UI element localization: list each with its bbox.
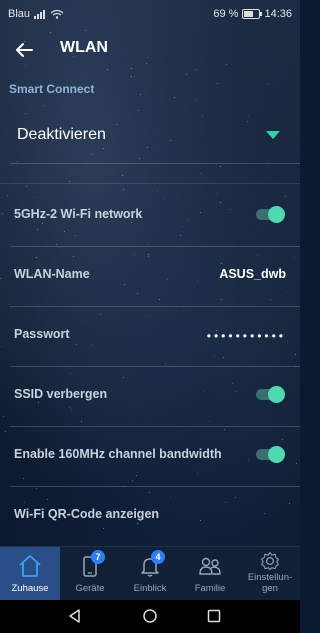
tab-geraete[interactable]: 7 Geräte [60, 547, 120, 601]
dropdown-caret-icon [266, 131, 280, 139]
app-header: WLAN [0, 28, 300, 72]
row-password[interactable]: Passwort ••••••••••• [0, 307, 300, 366]
password-value: ••••••••••• [206, 329, 286, 343]
toggle-hide-ssid[interactable] [256, 386, 285, 403]
row-hide-ssid: SSID verbergen [0, 367, 300, 426]
tab-zuhause[interactable]: Zuhause [0, 547, 60, 601]
row-label: Enable 160MHz channel bandwidth [14, 447, 222, 461]
home-icon [19, 555, 41, 577]
gear-icon [261, 552, 279, 570]
tab-label-line2: gen [262, 583, 278, 594]
smart-connect-dropdown[interactable]: Deaktivieren [0, 114, 300, 162]
battery-percent: 69 % [213, 8, 239, 20]
row-label: SSID verbergen [14, 387, 108, 401]
tab-label: Zuhause [11, 583, 49, 594]
status-bar: Blau 69 % 14:36 [0, 0, 300, 28]
system-navigation-bar [0, 600, 300, 633]
row-label: Wi-Fi QR-Code anzeigen [14, 507, 160, 521]
back-arrow-icon[interactable] [12, 38, 36, 62]
bottom-tab-bar: Zuhause 7 Geräte 4 Einblick Familie Eins… [0, 546, 300, 601]
row-label: Passwort [14, 327, 70, 341]
nav-home-icon[interactable] [142, 608, 158, 624]
tab-einstellungen[interactable]: Einstellun- gen [240, 547, 300, 601]
divider [0, 183, 300, 184]
geraete-count-badge: 7 [91, 550, 105, 564]
signal-icon [34, 9, 46, 19]
row-160mhz-bandwidth: Enable 160MHz channel bandwidth [0, 427, 300, 486]
toggle-5ghz-2-network[interactable] [256, 206, 285, 223]
family-icon [199, 557, 221, 575]
row-5ghz-2-network: 5GHz-2 Wi-Fi network [0, 187, 300, 246]
wifi-icon [50, 9, 64, 19]
tab-einblick[interactable]: 4 Einblick [120, 547, 180, 601]
row-wifi-qr-code[interactable]: Wi-Fi QR-Code anzeigen [0, 487, 300, 546]
tab-label: Familie [194, 583, 226, 594]
row-wlan-name[interactable]: WLAN-Name ASUS_dwb [0, 247, 300, 306]
einblick-count-badge: 4 [151, 550, 165, 564]
divider [10, 163, 300, 164]
carrier-label: Blau [8, 8, 31, 20]
tab-label: Geräte [75, 583, 105, 594]
clock-time: 14:36 [264, 8, 292, 20]
section-label-smart-connect: Smart Connect [9, 82, 95, 96]
smart-connect-selected-value: Deaktivieren [17, 126, 106, 143]
row-label: WLAN-Name [14, 267, 90, 281]
nav-recents-icon[interactable] [206, 608, 222, 624]
battery-icon [242, 9, 263, 19]
page-title: WLAN [60, 39, 108, 56]
toggle-160mhz-bandwidth[interactable] [256, 446, 285, 463]
row-label: 5GHz-2 Wi-Fi network [14, 207, 143, 221]
tab-familie[interactable]: Familie [180, 547, 240, 601]
tab-label: Einblick [133, 583, 167, 594]
wlan-name-value: ASUS_dwb [219, 267, 286, 281]
tab-label: Einstellun- [247, 572, 293, 583]
nav-back-icon[interactable] [67, 608, 83, 624]
